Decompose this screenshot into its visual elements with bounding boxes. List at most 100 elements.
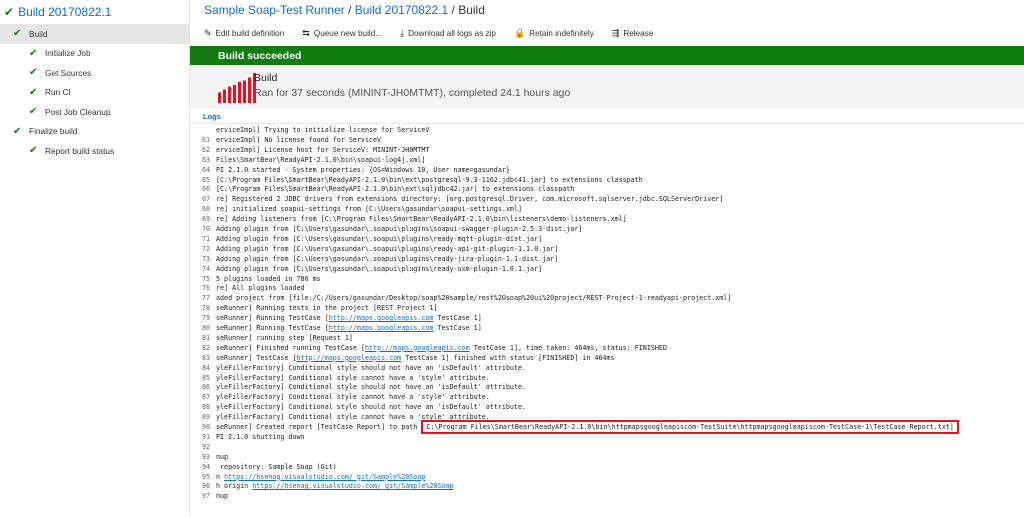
log-line: 81 seRunner] running step [Request 1] bbox=[190, 333, 353, 343]
release-button[interactable]: ⇶ Release bbox=[612, 28, 654, 39]
log-viewer[interactable]: erviceImpl] Trying to initialize license… bbox=[190, 123, 1024, 517]
build-summary-detail: Ran for 37 seconds (MININT-JH0MTMT), com… bbox=[254, 87, 571, 99]
log-line: 91 PI 2.1.0 shutting down bbox=[190, 432, 305, 442]
log-line-number: 75 bbox=[201, 274, 210, 283]
log-url-link[interactable]: http://maps.googleapis.com bbox=[329, 314, 434, 322]
queue-new-build-button[interactable]: ⇆ Queue new build... bbox=[302, 28, 382, 39]
log-line-number: 82 bbox=[201, 343, 210, 352]
sidebar-item-build[interactable]: ✔ Build bbox=[0, 24, 189, 44]
log-line-text: nup bbox=[216, 452, 229, 461]
log-line-number: 97 bbox=[201, 492, 210, 501]
log-line: 61 erviceImpl] No license found for Servi… bbox=[190, 135, 381, 145]
log-line-text: [C:\Program Files\SmartBear\ReadyAPI-2.1… bbox=[216, 185, 575, 194]
build-history-bar[interactable] bbox=[248, 77, 251, 104]
sidebar-item-get-sources[interactable]: ✔ Get Sources bbox=[0, 63, 189, 83]
log-line-text: [C:\Program Files\SmartBear\ReadyAPI-2.1… bbox=[216, 175, 643, 184]
log-line-number: 74 bbox=[201, 264, 210, 273]
log-line-number: 61 bbox=[201, 135, 210, 144]
log-line-text: 5 plugins loaded in 786 ms bbox=[216, 274, 321, 283]
log-line-number: 71 bbox=[201, 234, 210, 243]
download-icon: ⤓ bbox=[400, 28, 405, 38]
log-line-text: seRunner] Running tests in the project [… bbox=[216, 304, 438, 313]
build-history-bar[interactable] bbox=[228, 86, 231, 104]
log-line-number: 80 bbox=[201, 324, 210, 332]
sidebar-item-label: Build bbox=[29, 28, 48, 39]
logs-tab[interactable]: Logs bbox=[203, 112, 221, 121]
build-history-bar[interactable] bbox=[233, 85, 236, 103]
check-icon: ✔ bbox=[29, 106, 38, 118]
log-line: 80 seRunner] Running TestCase [http://map… bbox=[190, 323, 482, 333]
log-line-text: PI 2.1.0 shutting down bbox=[216, 432, 305, 441]
log-line: 82 seRunner] Finished running TestCase [h… bbox=[190, 343, 667, 353]
log-url-link[interactable]: http://maps.googleapis.com bbox=[329, 324, 434, 332]
log-line: 90 seRunner] Created report [TestCase Rep… bbox=[190, 420, 959, 434]
log-line: 86 yleFillerFactory] Conditional style sh… bbox=[190, 382, 526, 392]
release-icon: ⇶ bbox=[611, 28, 620, 38]
log-line-number: 85 bbox=[201, 373, 210, 382]
log-url-link[interactable]: https://hsenag.visualstudio.com/_git/Sam… bbox=[224, 473, 425, 481]
build-title[interactable]: ✔ Build 20170822.1 bbox=[0, 0, 189, 24]
toolbar-button-label: Queue new build... bbox=[313, 29, 383, 38]
build-history-bar[interactable] bbox=[243, 80, 246, 104]
log-url-link[interactable]: http://maps.googleapis.com bbox=[365, 344, 470, 352]
toolbar-button-label: Release bbox=[623, 29, 654, 38]
log-line-text: aded project from [file:/C:/Users/gasund… bbox=[216, 294, 732, 303]
build-steps-tree: ✔ Build ✔ Initialize Job ✔ Get Sources ✔ Run CI… bbox=[0, 24, 189, 161]
build-history-bar[interactable] bbox=[218, 92, 221, 104]
log-line-number: 83 bbox=[201, 353, 210, 362]
log-line-number: 73 bbox=[201, 254, 210, 263]
log-line-text: seRunner] Running TestCase [ bbox=[216, 324, 329, 332]
sidebar-item-label: Post Job Cleanup bbox=[45, 106, 111, 117]
build-history-bar[interactable] bbox=[223, 89, 226, 104]
check-icon: ✔ bbox=[29, 67, 38, 79]
check-icon: ✔ bbox=[13, 28, 22, 40]
download-all-logs-as-zip-button[interactable]: ⤓ Download all logs as zip bbox=[400, 28, 496, 39]
sidebar-item-post-job-cleanup[interactable]: ✔ Post Job Cleanup bbox=[0, 102, 189, 122]
build-title-label: Build 20170822.1 bbox=[18, 5, 112, 19]
check-icon: ✔ bbox=[13, 125, 22, 137]
log-line: 96 h origin https://hsenag.visualstudio.c… bbox=[190, 481, 454, 491]
log-line-text: re] Registered 2 JDBC drivers from exten… bbox=[216, 195, 724, 204]
build-history-bar[interactable] bbox=[238, 82, 241, 103]
sidebar-item-label: Finalize build bbox=[29, 126, 78, 137]
sidebar-item-initialize-job[interactable]: ✔ Initialize Job bbox=[0, 44, 189, 64]
breadcrumb-runner-link[interactable]: Sample Soap-Test Runner bbox=[204, 3, 345, 17]
sidebar-item-finalize-build[interactable]: ✔ Finalize build bbox=[0, 122, 189, 142]
log-line-text: seRunner] Running TestCase [ bbox=[216, 314, 329, 323]
log-line-number: 92 bbox=[201, 442, 210, 451]
retain-indefinitely-button[interactable]: 🔒 Retain indefinitely bbox=[514, 28, 594, 39]
sidebar-item-report-build-status[interactable]: ✔ Report build status bbox=[0, 141, 189, 161]
log-line-text: seRunner] running step [Request 1] bbox=[216, 333, 353, 342]
check-icon: ✔ bbox=[29, 145, 38, 157]
log-line-number: 62 bbox=[201, 145, 210, 154]
build-summary: Build Ran for 37 seconds (MININT-JH0MTMT… bbox=[190, 65, 1024, 109]
log-line-number: 79 bbox=[201, 314, 210, 323]
log-line-number: 88 bbox=[201, 403, 210, 412]
log-line: 94 repository: Sample Soap (Git) bbox=[190, 462, 337, 472]
log-line-number: 72 bbox=[201, 244, 210, 253]
log-line: 72 Adding plugin from [C:\Users\gasundar\… bbox=[190, 244, 558, 254]
log-line-number: 68 bbox=[201, 205, 210, 214]
log-line-text: re] Adding listeners from [C:\Program Fi… bbox=[216, 215, 627, 224]
toolbar-button-label: Retain indefinitely bbox=[529, 29, 594, 38]
log-line-text: repository: Sample Soap (Git) bbox=[216, 462, 337, 471]
queue-icon: ⇆ bbox=[302, 28, 310, 38]
log-line: 77 aded project from [file:/C:/Users/gasu… bbox=[190, 293, 731, 303]
build-status-text: Build succeeded bbox=[218, 49, 302, 62]
log-line-number: 90 bbox=[201, 423, 210, 431]
sidebar-item-label: Get Sources bbox=[45, 67, 92, 78]
breadcrumb-separator: / bbox=[344, 3, 355, 17]
edit-build-definition-button[interactable]: ✎ Edit build definition bbox=[204, 28, 284, 39]
log-url-link[interactable]: https://hsenag.visualstudio.com/_git/Sam… bbox=[252, 482, 453, 490]
build-history-chart[interactable] bbox=[218, 71, 258, 103]
log-line: 84 yleFillerFactory] Conditional style sh… bbox=[190, 363, 526, 373]
breadcrumb: Sample Soap-Test Runner / Build 20170822… bbox=[204, 3, 485, 17]
log-line-text: n bbox=[216, 472, 225, 481]
toolbar-button-label: Download all logs as zip bbox=[408, 29, 496, 38]
log-line-text: nup bbox=[216, 492, 229, 501]
breadcrumb-build-link[interactable]: Build 20170822.1 bbox=[355, 3, 448, 17]
sidebar-item-run-ci[interactable]: ✔ Run CI bbox=[0, 83, 189, 103]
check-icon: ✔ bbox=[29, 47, 38, 59]
log-url-link[interactable]: http://maps.googleapis.com bbox=[297, 354, 402, 362]
breadcrumb-separator: / bbox=[448, 3, 459, 17]
